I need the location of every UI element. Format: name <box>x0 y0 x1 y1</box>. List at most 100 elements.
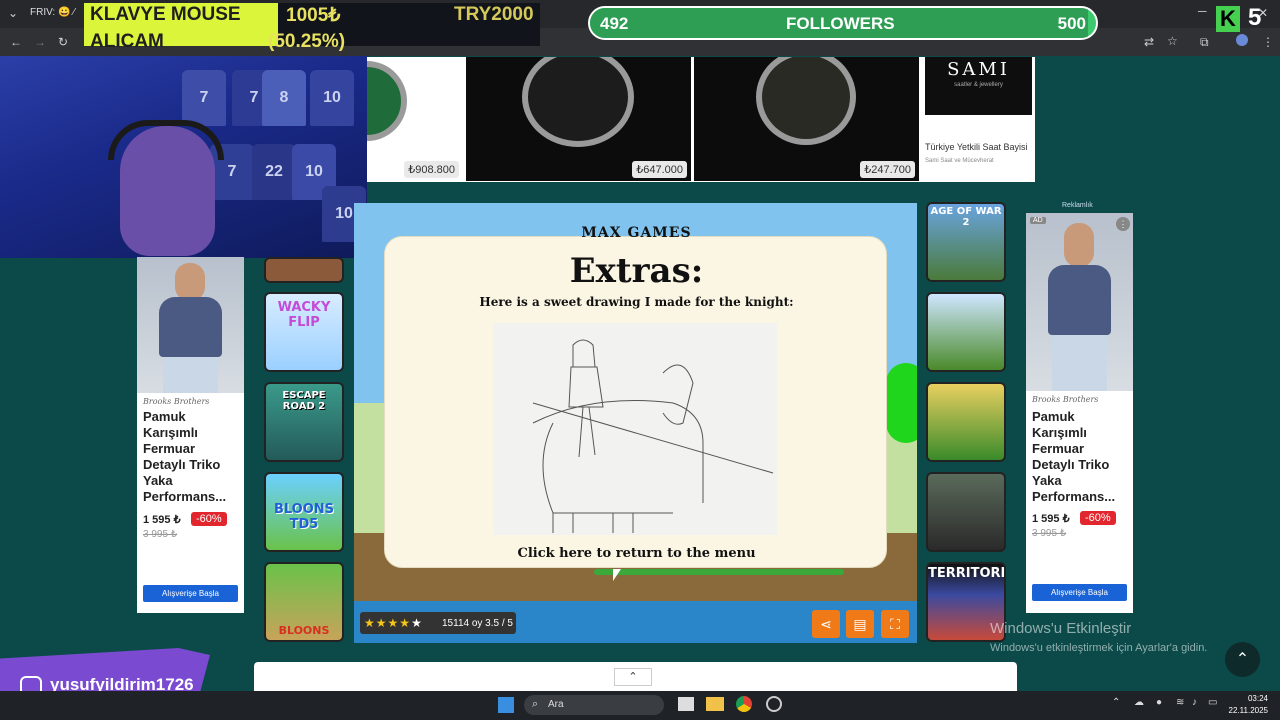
jersey: 10 <box>310 70 354 126</box>
game-scene[interactable]: MAX GAMES Extras: Here is a sweet drawin… <box>354 203 917 601</box>
game-thumb-wacky-flip[interactable]: WACKY FLIP <box>264 292 344 372</box>
watch-price: ₺908.800 <box>404 161 459 178</box>
sami-logo-sub: saatler & jewellery <box>954 82 1003 88</box>
knight-sketch <box>532 339 774 533</box>
reload-icon[interactable]: ↻ <box>58 35 68 49</box>
scroll-top-icon[interactable]: ⌃ <box>1225 642 1260 677</box>
windows-activation-title: Windows'u Etkinleştir <box>990 620 1132 637</box>
game-thumb[interactable] <box>926 382 1006 462</box>
donation-item: KLAVYE MOUSE <box>90 4 241 25</box>
wifi-icon[interactable]: ≋ <box>1176 697 1184 708</box>
star-icon[interactable]: ★ <box>411 616 423 630</box>
game-thumb[interactable] <box>926 472 1006 552</box>
ad-old-price: 3 995 ₺ <box>143 529 178 540</box>
tab-menu-icon[interactable]: ⌄ <box>8 6 18 20</box>
app-icon[interactable] <box>766 696 782 712</box>
translate-icon[interactable]: ⇄ <box>1144 35 1154 49</box>
watch-dial <box>522 57 634 147</box>
ad-price: 1 595 ₺ <box>143 514 181 526</box>
model-photo <box>1026 213 1133 391</box>
taskbar-search[interactable]: ⌕ Ara <box>524 695 664 715</box>
rating-text: 15114 oy 3.5 / 5 <box>442 618 513 629</box>
ad-price: 1 595 ₺ <box>1032 513 1070 525</box>
star-icon[interactable]: ★ <box>399 616 411 630</box>
followers-label: FOLLOWERS <box>786 14 895 33</box>
comment-icon[interactable]: ▤ <box>846 610 874 638</box>
ad-title[interactable]: Pamuk Karışımlı Fermuar Detaylı Triko Ya… <box>143 409 239 505</box>
donation-item-line2: ALICAM <box>90 31 164 52</box>
sami-ad-title[interactable]: Türkiye Yetkili Saat Bayisi <box>925 142 1028 152</box>
share-icon[interactable]: ⋖ <box>812 610 840 638</box>
fullscreen-icon[interactable]: ⛶ <box>881 610 909 638</box>
webcam-feed: 7 7 8 10 7 22 10 10 <box>0 56 367 258</box>
watch-price: ₺647.000 <box>632 161 687 178</box>
followers-current: 492 <box>600 14 629 33</box>
game-thumb-escape-road-2[interactable]: ESCAPE ROAD 2 <box>264 382 344 462</box>
jersey: 7 <box>182 70 226 126</box>
extras-card: MAX GAMES Extras: Here is a sweet drawin… <box>384 225 888 568</box>
drawing-caption: Here is a sweet drawing I made for the k… <box>479 295 794 309</box>
file-explorer-icon[interactable] <box>706 697 724 711</box>
bookmark-star-icon[interactable]: ☆ <box>1167 34 1178 48</box>
game-thumb-bloons-td5[interactable]: BLOONS TD5 <box>264 472 344 552</box>
jersey: 8 <box>262 70 306 126</box>
back-icon[interactable]: ← <box>10 35 22 49</box>
sami-logo: SAMI <box>947 59 1010 80</box>
minimize-icon[interactable]: ─ <box>1198 4 1207 18</box>
collapse-chevron-icon[interactable]: ⌃ <box>614 668 652 686</box>
ad-info-icon[interactable]: ⋮ <box>1116 217 1130 231</box>
microphone-icon[interactable]: ● <box>1156 697 1162 708</box>
game-thumb[interactable] <box>264 257 344 283</box>
clock-date[interactable]: 22.11.2025 <box>1222 706 1268 715</box>
star-icon[interactable]: ★ <box>364 616 376 630</box>
volume-icon[interactable]: ♪ <box>1192 697 1197 708</box>
followers-goal-bar: 492 FOLLOWERS 500 <box>588 6 1098 40</box>
ad-discount-badge: -60% <box>1080 511 1116 525</box>
watch-dial <box>367 61 407 141</box>
ad-old-price: 3 995 ₺ <box>1032 528 1067 539</box>
shop-button[interactable]: Alışverişe Başla <box>1032 584 1127 601</box>
donation-percent: (50.25%) <box>268 31 346 52</box>
windows-activation-subtitle: Windows'u etkinleştirmek için Ayarlar'a … <box>990 642 1208 654</box>
watch-ad-1[interactable]: ₺908.800 <box>367 57 463 181</box>
search-placeholder: Ara <box>548 699 564 710</box>
jersey: 22 <box>252 144 296 200</box>
sami-logo-box: SAMI saatler & jewellery <box>925 57 1032 115</box>
rating-stars[interactable]: ★★★★★ <box>364 616 423 630</box>
ad-label: Reklamlık <box>1062 202 1093 209</box>
profile-avatar[interactable] <box>1236 34 1248 46</box>
forward-icon[interactable]: → <box>34 35 46 49</box>
watch-ad-2[interactable]: ₺647.000 <box>466 57 691 181</box>
return-to-menu-link[interactable]: Click here to return to the menu <box>385 546 888 561</box>
task-view-icon[interactable] <box>678 697 694 711</box>
star-icon[interactable]: ★ <box>388 616 400 630</box>
extensions-icon[interactable]: ⧉ <box>1200 35 1209 50</box>
bush-icon <box>886 363 917 443</box>
game-thumb-age-of-war-2[interactable]: AGE OF WAR 2 <box>926 202 1006 282</box>
search-icon: ⌕ <box>532 698 539 710</box>
clock-time[interactable]: 03:24 <box>1228 694 1268 703</box>
grass-strip <box>594 569 844 575</box>
ad-title[interactable]: Pamuk Karışımlı Fermuar Detaylı Triko Ya… <box>1032 409 1128 505</box>
battery-icon[interactable]: ▭ <box>1208 697 1217 708</box>
game-thumb[interactable] <box>926 292 1006 372</box>
followers-goal: 500 <box>1057 14 1086 33</box>
watch-ad-3[interactable]: ₺247.700 <box>694 57 919 181</box>
game-thumb-bloons[interactable]: BLOONS <box>264 562 344 642</box>
donation-amount: 1005₺ <box>286 5 341 26</box>
mouse-cursor-icon <box>613 569 621 581</box>
tab-friv[interactable]: FRIV: 😀 ⁄ <box>30 7 75 18</box>
rating-box[interactable]: ★★★★★ 15114 oy 3.5 / 5 <box>360 612 516 634</box>
chrome-icon[interactable] <box>736 696 752 712</box>
star-icon[interactable]: ★ <box>376 616 388 630</box>
windows-start-icon[interactable] <box>498 697 514 713</box>
model-photo <box>137 257 244 393</box>
tray-chevron-icon[interactable]: ⌃ <box>1112 697 1120 708</box>
menu-icon[interactable]: ⋮ <box>1262 35 1274 49</box>
headphones-icon <box>108 120 224 160</box>
side-ad-left[interactable]: Brooks Brothers Pamuk Karışımlı Fermuar … <box>137 257 244 613</box>
cloud-icon[interactable]: ☁ <box>1134 697 1144 708</box>
shop-button[interactable]: Alışverişe Başla <box>143 585 238 602</box>
side-ad-right[interactable]: AD ⋮ Brooks Brothers Pamuk Karışımlı Fer… <box>1026 213 1133 613</box>
game-frame[interactable]: MAX GAMES Extras: Here is a sweet drawin… <box>354 203 917 643</box>
